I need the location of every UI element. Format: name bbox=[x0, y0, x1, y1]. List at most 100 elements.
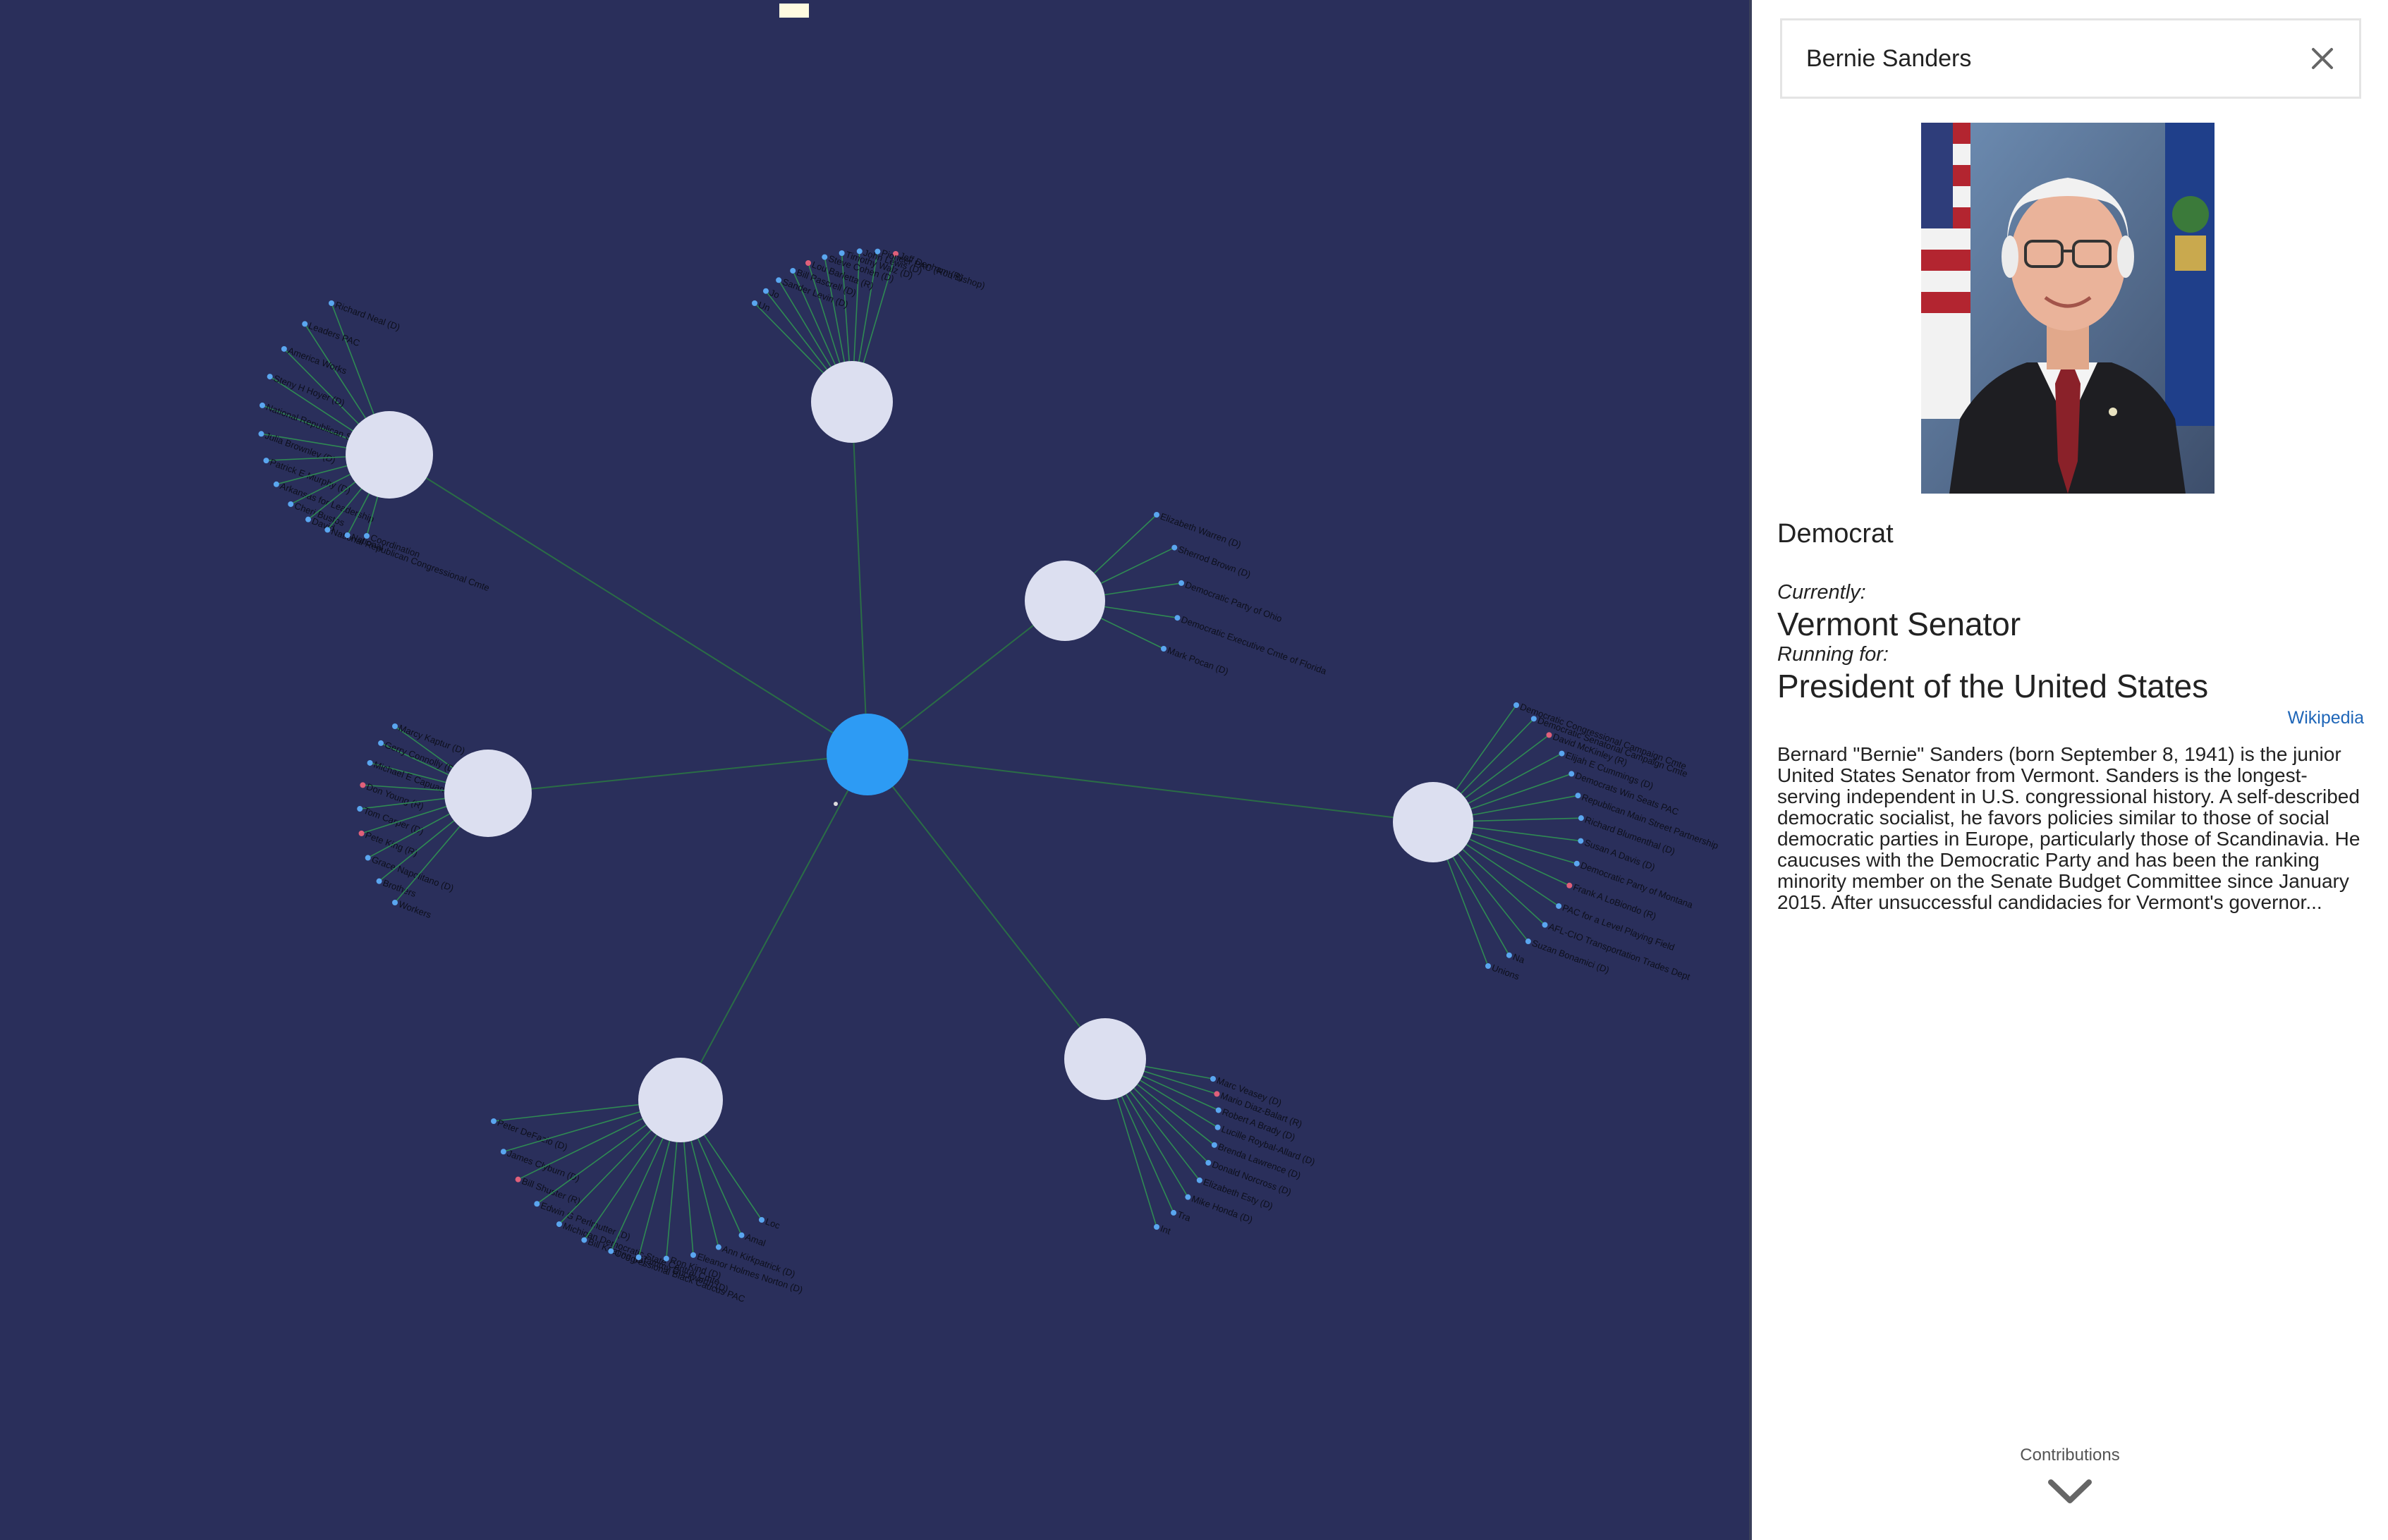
leaf-node[interactable] bbox=[556, 1221, 562, 1228]
leaf-node[interactable] bbox=[762, 288, 769, 294]
leaf-node[interactable] bbox=[839, 250, 845, 256]
cluster-edge bbox=[680, 754, 868, 1101]
running-for-label: Running for: bbox=[1777, 643, 1889, 666]
leaf-node[interactable] bbox=[378, 740, 384, 746]
leaf-node[interactable] bbox=[281, 346, 287, 352]
leaf-node[interactable] bbox=[1578, 838, 1584, 844]
leaf-node[interactable] bbox=[376, 878, 382, 884]
candidate-panel: Democrat Currently: Vermont Senator Runn… bbox=[1752, 0, 2388, 1540]
cluster-node[interactable] bbox=[1393, 782, 1473, 862]
leaf-node[interactable] bbox=[1174, 615, 1181, 621]
leaf-node[interactable] bbox=[288, 501, 294, 507]
leaf-node[interactable] bbox=[258, 431, 264, 437]
leaf-node[interactable] bbox=[1578, 815, 1584, 821]
leaf-node[interactable] bbox=[1566, 882, 1573, 888]
leaf-node[interactable] bbox=[715, 1244, 721, 1250]
leaf-node[interactable] bbox=[305, 516, 312, 522]
leaf-node[interactable] bbox=[515, 1176, 521, 1182]
leaf-node[interactable] bbox=[367, 759, 373, 766]
cluster-node[interactable] bbox=[638, 1058, 723, 1142]
leaf-node[interactable] bbox=[365, 855, 371, 861]
leaf-node[interactable] bbox=[263, 458, 269, 464]
leaf-node[interactable] bbox=[1513, 702, 1519, 708]
candidate-bio: Bernard "Bernie" Sanders (born September… bbox=[1777, 743, 2360, 913]
leaf-node[interactable] bbox=[1546, 732, 1552, 738]
leaf-node[interactable] bbox=[1215, 1107, 1222, 1113]
leaf-label: Na bbox=[1511, 951, 1526, 965]
leaf-node[interactable] bbox=[1525, 939, 1531, 945]
leaf-node[interactable] bbox=[1196, 1177, 1202, 1183]
leaf-node[interactable] bbox=[392, 723, 398, 729]
cluster-node[interactable] bbox=[1064, 1018, 1146, 1100]
leaf-node[interactable] bbox=[357, 806, 363, 812]
leaf-node[interactable] bbox=[392, 900, 398, 905]
leaf-node[interactable] bbox=[360, 782, 366, 788]
leaf-node[interactable] bbox=[1573, 860, 1580, 867]
leaf-node[interactable] bbox=[358, 830, 365, 836]
leaf-node[interactable] bbox=[1171, 1209, 1177, 1216]
search-input[interactable] bbox=[1806, 20, 2258, 97]
cluster-node[interactable] bbox=[1025, 561, 1105, 641]
network-graph[interactable]: Jeff Denham (R) Pioneer PAC (Rob Bishop) J… bbox=[0, 0, 1749, 1540]
leaf-node[interactable] bbox=[364, 533, 370, 539]
wikipedia-link[interactable]: Wikipedia bbox=[2288, 708, 2364, 728]
leaf-label: Unions bbox=[1490, 963, 1521, 982]
leaf-node[interactable] bbox=[759, 1217, 764, 1223]
leaf-node[interactable] bbox=[1154, 1224, 1159, 1230]
leaf-node[interactable] bbox=[822, 254, 828, 260]
leaf-node[interactable] bbox=[1154, 512, 1159, 518]
close-icon[interactable] bbox=[2304, 40, 2341, 77]
search-box[interactable] bbox=[1780, 18, 2361, 99]
leaf-node[interactable] bbox=[1530, 716, 1537, 722]
leaf-node[interactable] bbox=[805, 259, 812, 266]
leaf-node[interactable] bbox=[1185, 1194, 1191, 1200]
leaf-label: Workers bbox=[397, 899, 433, 921]
leaf-node[interactable] bbox=[1214, 1091, 1220, 1097]
leaf-node[interactable] bbox=[267, 374, 273, 380]
graph-canvas[interactable]: Jeff Denham (R)Pioneer PAC (Rob Bishop)J… bbox=[0, 0, 1749, 1540]
leaf-node[interactable] bbox=[344, 532, 351, 539]
leaf-node[interactable] bbox=[1178, 580, 1185, 586]
leaf-node[interactable] bbox=[790, 267, 796, 274]
chevron-down-icon[interactable] bbox=[2045, 1477, 2095, 1506]
cluster-node[interactable] bbox=[444, 750, 532, 837]
leaf-node[interactable] bbox=[1171, 544, 1178, 551]
leaf-node[interactable] bbox=[1210, 1076, 1216, 1082]
leaf-node[interactable] bbox=[1559, 750, 1565, 757]
currently-label: Currently: bbox=[1777, 581, 1866, 604]
leaf-node[interactable] bbox=[302, 321, 308, 327]
leaf-node[interactable] bbox=[1506, 952, 1512, 958]
leaf-node[interactable] bbox=[752, 300, 757, 306]
leaf-label: Peter DeFazio (D) bbox=[496, 1118, 569, 1153]
cluster-node[interactable] bbox=[346, 411, 433, 499]
cluster-node[interactable] bbox=[811, 361, 893, 443]
leaf-node[interactable] bbox=[635, 1254, 642, 1261]
leaf-node[interactable] bbox=[1485, 963, 1491, 969]
leaf-node[interactable] bbox=[1568, 771, 1575, 777]
leaf-node[interactable] bbox=[491, 1118, 497, 1124]
leaf-node[interactable] bbox=[1575, 793, 1581, 799]
leaf-node[interactable] bbox=[1211, 1142, 1217, 1148]
leaf-node[interactable] bbox=[738, 1232, 745, 1238]
leaf-node[interactable] bbox=[1542, 922, 1548, 928]
leaf-node[interactable] bbox=[534, 1201, 540, 1207]
leaf-node[interactable] bbox=[581, 1237, 587, 1243]
leaf-label: Mark Pocan (D) bbox=[1166, 645, 1230, 677]
leaf-label: Democratic Party of Ohio bbox=[1183, 579, 1284, 624]
leaf-node[interactable] bbox=[1214, 1124, 1221, 1130]
leaf-node[interactable] bbox=[776, 277, 782, 283]
leaf-label: Pete King (R) bbox=[364, 829, 419, 858]
leaf-node[interactable] bbox=[324, 527, 331, 533]
leaf-node[interactable] bbox=[1161, 646, 1166, 652]
leaf-node[interactable] bbox=[259, 402, 265, 408]
leaf-node[interactable] bbox=[329, 300, 334, 306]
leaf-node[interactable] bbox=[1205, 1160, 1212, 1166]
leaf-node[interactable] bbox=[608, 1248, 614, 1254]
leaf-node[interactable] bbox=[500, 1149, 506, 1155]
leaf-label: Un bbox=[757, 300, 772, 314]
leaf-node[interactable] bbox=[690, 1252, 696, 1258]
center-node[interactable] bbox=[827, 714, 908, 795]
leaf-node[interactable] bbox=[1556, 903, 1562, 909]
leaf-node[interactable] bbox=[273, 481, 279, 487]
leaf-node[interactable] bbox=[663, 1255, 669, 1261]
